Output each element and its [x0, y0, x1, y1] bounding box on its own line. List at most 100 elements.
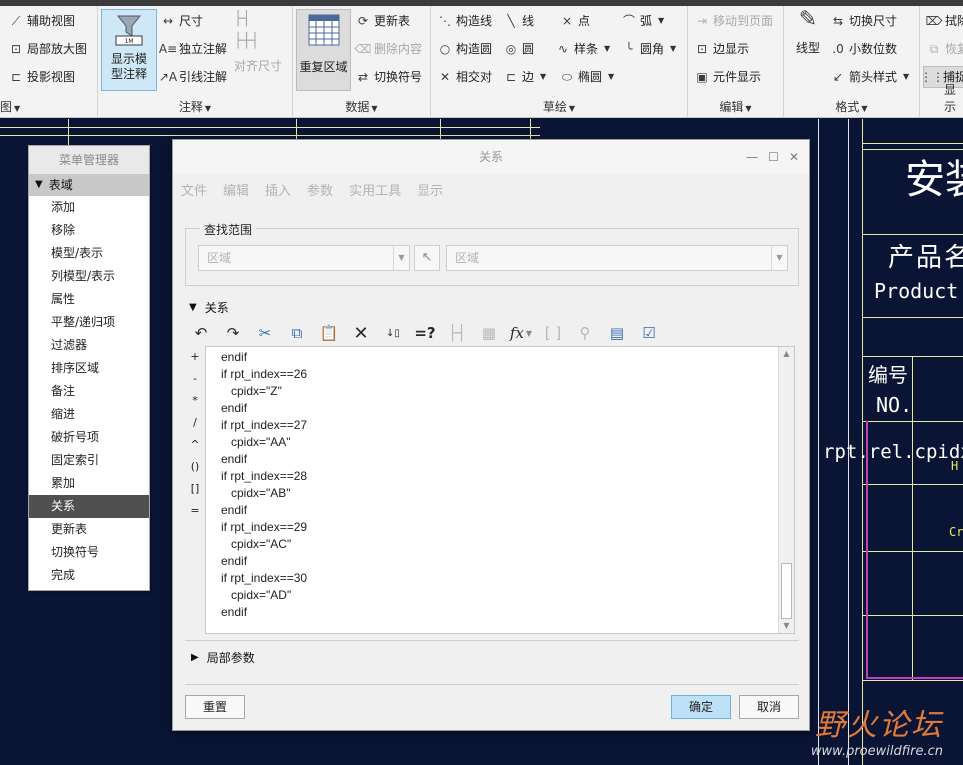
- menu-parameters[interactable]: 参数: [307, 180, 333, 199]
- function-icon[interactable]: fx ▼: [509, 321, 533, 345]
- switch-symbol-button[interactable]: ⇄ 切换符号: [355, 66, 422, 88]
- menu-item-column-model-rep[interactable]: 列模型/表示: [29, 265, 149, 288]
- operator-power[interactable]: ^: [187, 434, 203, 456]
- menu-item-model-rep[interactable]: 模型/表示: [29, 242, 149, 265]
- menu-utilities[interactable]: 实用工具: [349, 180, 401, 199]
- point-button[interactable]: × 点: [559, 10, 590, 32]
- move-to-page-button[interactable]: ⇥ 移动到页面: [694, 10, 773, 32]
- detail-view-button[interactable]: ⊡ 局部放大图: [8, 38, 87, 60]
- menu-item-indent[interactable]: 缩进: [29, 403, 149, 426]
- leader-note-button[interactable]: ↗A 引线注解: [159, 66, 227, 88]
- copy-icon[interactable]: ⧉: [285, 321, 309, 345]
- menu-item-remove[interactable]: 移除: [29, 219, 149, 242]
- chart-icon[interactable]: ▦: [477, 321, 501, 345]
- operator-parentheses[interactable]: (): [187, 456, 203, 478]
- menu-item-update-tables[interactable]: 更新表: [29, 518, 149, 541]
- ellipse-button[interactable]: ⬭ 椭圆 ▼: [559, 66, 614, 88]
- menu-item-comments[interactable]: 备注: [29, 380, 149, 403]
- select-pointer-button[interactable]: ↖: [414, 245, 440, 271]
- redo-icon[interactable]: ↷: [221, 321, 245, 345]
- reset-button[interactable]: 重置: [185, 695, 245, 719]
- menu-item-filters[interactable]: 过滤器: [29, 334, 149, 357]
- undo-icon[interactable]: ↶: [189, 321, 213, 345]
- menu-file[interactable]: 文件: [181, 180, 207, 199]
- operator-minus[interactable]: -: [187, 368, 203, 390]
- relations-section-header[interactable]: ▼ 关系: [189, 299, 229, 316]
- sort-relations-icon[interactable]: ↓▯: [381, 321, 405, 345]
- scroll-down-icon[interactable]: ▼: [779, 619, 794, 633]
- measure-icon[interactable]: ├┤: [445, 321, 469, 345]
- relations-code[interactable]: endif if rpt_index==26 cpidx="Z" endif i…: [221, 349, 307, 621]
- align-dimension-button[interactable]: 对齐尺寸: [234, 55, 282, 77]
- scope-item-select[interactable]: 区域 ▼: [446, 245, 788, 271]
- group-title-sketch[interactable]: 草绘 ▼: [431, 98, 687, 115]
- find-icon[interactable]: ⚲: [573, 321, 597, 345]
- decimal-places-button[interactable]: .0 小数位数: [830, 38, 897, 60]
- local-params-section-header[interactable]: ▶ 局部参数: [191, 649, 255, 666]
- cancel-button[interactable]: 取消: [739, 695, 799, 719]
- construction-circle-button[interactable]: ○ 构造圆: [437, 38, 492, 60]
- ok-button[interactable]: 确定: [671, 695, 731, 719]
- projection-view-button[interactable]: ⊏ 投影视图: [8, 66, 75, 88]
- note-button[interactable]: A≡ 独立注解: [159, 38, 227, 60]
- menu-item-flat-recursive[interactable]: 平整/递归项: [29, 311, 149, 334]
- group-title-annotate[interactable]: 注释 ▼: [98, 98, 292, 115]
- toggle-dimension-button[interactable]: ⇆ 切换尺寸: [830, 10, 897, 32]
- spline-button[interactable]: ∿ 样条 ▼: [555, 38, 610, 60]
- group-title-edit[interactable]: 编辑 ▼: [688, 98, 783, 115]
- cut-icon[interactable]: ✂: [253, 321, 277, 345]
- group-title-format[interactable]: 格式 ▼: [784, 98, 919, 115]
- menu-item-add[interactable]: 添加: [29, 196, 149, 219]
- edge-button[interactable]: ⊏ 边 ▼: [503, 66, 546, 88]
- update-table-button[interactable]: ⟳ 更新表: [355, 10, 410, 32]
- scroll-up-icon[interactable]: ▲: [779, 347, 794, 361]
- operator-equals[interactable]: =: [187, 500, 203, 522]
- operator-divide[interactable]: /: [187, 412, 203, 434]
- menu-display[interactable]: 显示: [417, 180, 443, 199]
- editor-scrollbar[interactable]: ▲ ▼: [778, 347, 794, 633]
- repeat-region-button[interactable]: 重复区域: [296, 9, 351, 91]
- menu-item-sort-regions[interactable]: 排序区域: [29, 357, 149, 380]
- line-style-button[interactable]: ✎ 线型: [790, 9, 826, 86]
- group-title-display[interactable]: 显示: [944, 81, 963, 115]
- menu-manager-header[interactable]: ▼ 表域: [29, 174, 149, 196]
- component-display-button[interactable]: ▣ 元件显示: [694, 66, 761, 88]
- operator-multiply[interactable]: *: [187, 390, 203, 412]
- arc-button[interactable]: ⌒ 弧 ▼: [621, 10, 664, 32]
- aux-view-button[interactable]: ⟋ 辅助视图: [8, 10, 75, 32]
- show-model-annotations-button[interactable]: 1M 显示模型注释: [101, 9, 157, 91]
- verify-icon[interactable]: ☑: [637, 321, 661, 345]
- scope-type-select[interactable]: 区域 ▼: [198, 245, 410, 271]
- brackets-icon[interactable]: [ ]: [541, 321, 565, 345]
- evaluate-icon[interactable]: =?: [413, 321, 437, 345]
- close-icon[interactable]: ✕: [789, 140, 799, 174]
- menu-item-switch-symbol[interactable]: 切换符号: [29, 541, 149, 564]
- minimize-icon[interactable]: —: [746, 140, 758, 174]
- intersection-button[interactable]: ✕ 相交对: [437, 66, 492, 88]
- menu-item-fix-index[interactable]: 固定索引: [29, 449, 149, 472]
- operator-brackets[interactable]: []: [187, 478, 203, 500]
- dimension-button[interactable]: ↔ 尺寸: [160, 10, 203, 32]
- paste-icon[interactable]: 📋: [317, 321, 341, 345]
- line-button[interactable]: ╲ 线: [503, 10, 534, 32]
- fillet-button[interactable]: ╰ 圆角 ▼: [621, 38, 676, 60]
- restore-button[interactable]: ⧉恢复: [926, 38, 963, 60]
- menu-item-done[interactable]: 完成: [29, 564, 149, 587]
- menu-item-relations[interactable]: 关系: [29, 495, 149, 518]
- erase-button[interactable]: ⌦拭除: [926, 10, 963, 32]
- circle-button[interactable]: ◎ 圆: [503, 38, 534, 60]
- arrow-style-button[interactable]: ↙ 箭头样式 ▼: [830, 66, 909, 88]
- scroll-thumb[interactable]: [781, 563, 792, 619]
- menu-item-attributes[interactable]: 属性: [29, 288, 149, 311]
- menu-insert[interactable]: 插入: [265, 180, 291, 199]
- group-title-data[interactable]: 数据 ▼: [293, 98, 430, 115]
- menu-edit[interactable]: 编辑: [223, 180, 249, 199]
- group-title-views[interactable]: 图 ▼: [0, 98, 97, 115]
- maximize-icon[interactable]: ☐: [768, 140, 779, 174]
- display-icon[interactable]: ▤: [605, 321, 629, 345]
- dialog-titlebar[interactable]: 关系 — ☐ ✕: [173, 140, 809, 174]
- delete-content-button[interactable]: ⌫ 删除内容: [355, 38, 423, 60]
- menu-item-summation[interactable]: 累加: [29, 472, 149, 495]
- relations-editor[interactable]: endif if rpt_index==26 cpidx="Z" endif i…: [205, 346, 795, 634]
- edge-display-button[interactable]: ⊡ 边显示: [694, 38, 749, 60]
